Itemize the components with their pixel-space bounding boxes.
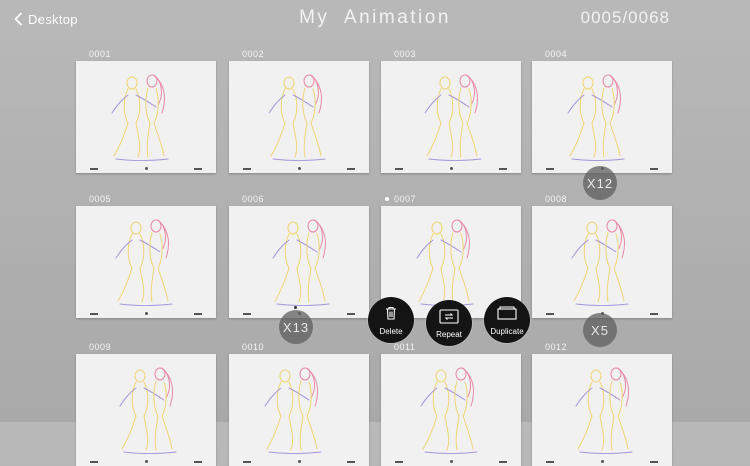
repeat-button[interactable]: Repeat [426, 300, 472, 346]
delete-button[interactable]: Delete [368, 297, 414, 343]
frame-number: 0010 [242, 342, 265, 352]
marker-left [90, 313, 98, 315]
frame-number: 0001 [89, 49, 112, 59]
marker-right [499, 461, 507, 463]
marker-left [243, 313, 251, 315]
duplicate-button[interactable]: Duplicate [484, 297, 530, 343]
frame-number: 0008 [545, 194, 568, 204]
marker-center [145, 460, 148, 463]
frame-3: 0003 [381, 49, 521, 173]
frame-10: 0010 [229, 342, 369, 466]
frame-thumbnail[interactable] [229, 354, 369, 466]
frame-thumbnail[interactable] [532, 61, 672, 173]
frame-thumbnail[interactable] [532, 354, 672, 466]
marker-right [499, 168, 507, 170]
frame-1: 0001 [76, 49, 216, 173]
frame-thumbnail[interactable] [76, 206, 216, 318]
repeat-label: Repeat [436, 330, 462, 339]
marker-center [601, 460, 604, 463]
frame-counter: 0005/0068 [580, 8, 670, 27]
frame-8: 0008 [532, 194, 672, 318]
sketch-drawing [115, 219, 173, 306]
frame-thumbnail[interactable] [381, 61, 521, 173]
frame-4: 0004 [532, 49, 672, 173]
frame-number: 0004 [545, 49, 568, 59]
marker-right [650, 168, 658, 170]
frame-thumbnail[interactable] [229, 61, 369, 173]
marker-left [243, 461, 251, 463]
marker-left [90, 168, 98, 170]
marker-center [145, 167, 148, 170]
marker-center [145, 312, 148, 315]
frame-11: 0011 [381, 342, 521, 466]
repeat-badge-0008[interactable]: X5 [583, 313, 617, 347]
frame-thumbnail[interactable] [76, 354, 216, 466]
sketch-drawing [272, 219, 330, 306]
sketch-drawing [567, 74, 625, 161]
frame-6: 0006 [229, 194, 369, 318]
marker-left [546, 313, 554, 315]
frame-12: 0012 [532, 342, 672, 466]
repeat-count: X12 [586, 175, 614, 191]
marker-right [347, 313, 355, 315]
sketch-drawing [268, 74, 326, 161]
frame-number: 0005 [89, 194, 112, 204]
marker-left [243, 168, 251, 170]
sketch-drawing [575, 367, 633, 454]
frame-number: 0011 [394, 342, 416, 352]
marker-right [194, 461, 202, 463]
marker-right [347, 461, 355, 463]
selected-dot [385, 197, 389, 201]
sketch-drawing [264, 367, 322, 454]
frame-number: 0007 [394, 194, 417, 204]
marker-right [194, 168, 202, 170]
frame-2: 0002 [229, 49, 369, 173]
sketch-drawing [119, 367, 177, 454]
repeat-count: X13 [282, 319, 310, 335]
delete-label: Delete [379, 327, 403, 336]
marker-left [395, 461, 403, 463]
repeat-badge-0004[interactable]: X12 [583, 166, 617, 200]
frame-number: 0012 [545, 342, 568, 352]
marker-center [450, 460, 453, 463]
sketch-drawing [424, 74, 482, 161]
marker-center [298, 167, 301, 170]
repeat-count: X5 [591, 322, 609, 338]
frame-number: 0003 [394, 49, 417, 59]
frame-thumbnail[interactable] [381, 354, 521, 466]
frame-number: 0006 [242, 194, 265, 204]
repeat-icon [439, 309, 459, 324]
sketch-drawing [111, 74, 169, 161]
marker-right [650, 461, 658, 463]
frame-thumbnail[interactable] [229, 206, 369, 318]
repeat-badge-0006[interactable]: X13 [279, 306, 313, 344]
marker-right [650, 313, 658, 315]
marker-center [450, 167, 453, 170]
frame-thumbnail[interactable] [532, 206, 672, 318]
marker-left [546, 461, 554, 463]
frame-9: 0009 [76, 342, 216, 466]
top-bar: Desktop My Animation 0005/0068 [0, 0, 750, 40]
duplicate-icon [497, 306, 517, 320]
duplicate-label: Duplicate [490, 327, 524, 336]
trash-icon [386, 306, 396, 320]
frame-number: 0009 [89, 342, 112, 352]
sketch-drawing [571, 219, 629, 306]
marker-left [395, 168, 403, 170]
marker-right [194, 313, 202, 315]
frame-5: 0005 [76, 194, 216, 318]
marker-left [546, 168, 554, 170]
frame-thumbnail[interactable] [76, 61, 216, 173]
marker-left [90, 461, 98, 463]
frame-number: 0002 [242, 49, 265, 59]
sketch-drawing [420, 367, 478, 454]
marker-center [298, 460, 301, 463]
marker-right [347, 168, 355, 170]
